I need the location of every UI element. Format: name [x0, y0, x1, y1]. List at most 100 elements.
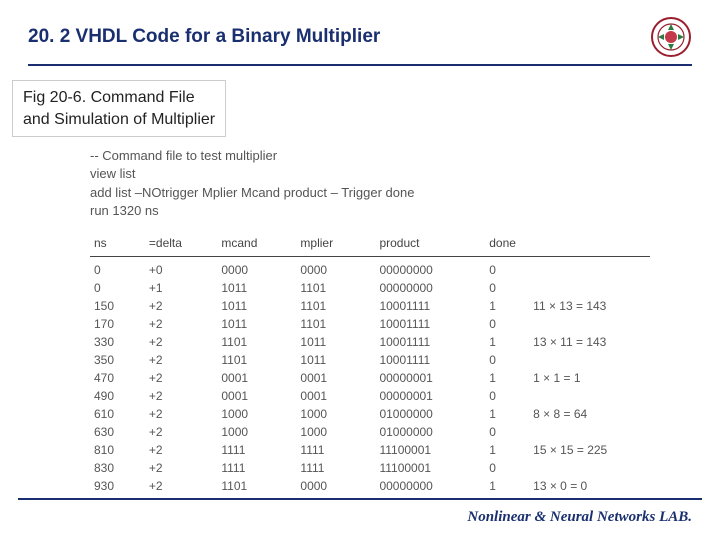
cell-mcand: 0001 — [217, 387, 296, 405]
slide-header: 20. 2 VHDL Code for a Binary Multiplier — [0, 0, 720, 64]
caption-line-1: Fig 20-6. Command File — [23, 87, 215, 109]
cmd-line-1: -- Command file to test multiplier — [90, 147, 650, 165]
cell-note: 15 × 15 = 225 — [529, 441, 650, 459]
cell-product: 10001111 — [375, 351, 485, 369]
content-area: -- Command file to test multiplier view … — [0, 137, 720, 495]
cell-done: 0 — [485, 351, 529, 369]
cell-done: 0 — [485, 256, 529, 279]
cell-mcand: 1101 — [217, 333, 296, 351]
cmd-line-3: add list –NOtrigger Mplier Mcand product… — [90, 184, 650, 202]
table-body: 0+0000000000000000000+110111101000000000… — [90, 256, 650, 495]
cell-note — [529, 315, 650, 333]
col-product: product — [375, 232, 485, 257]
cell-mplier: 0000 — [296, 256, 375, 279]
cell-ns: 330 — [90, 333, 145, 351]
cell-ns: 630 — [90, 423, 145, 441]
table-row: 170+210111101100011110 — [90, 315, 650, 333]
cell-mplier: 1000 — [296, 405, 375, 423]
cell-product: 10001111 — [375, 315, 485, 333]
command-file-block: -- Command file to test multiplier view … — [90, 147, 650, 220]
table-row: 330+21101101110001111113 × 11 = 143 — [90, 333, 650, 351]
cell-mplier: 1011 — [296, 333, 375, 351]
cell-mcand: 0000 — [217, 256, 296, 279]
table-row: 0+110111101000000000 — [90, 279, 650, 297]
cell-mcand: 1000 — [217, 423, 296, 441]
table-row: 0+000000000000000000 — [90, 256, 650, 279]
cell-product: 10001111 — [375, 333, 485, 351]
cell-mplier: 1101 — [296, 315, 375, 333]
cell-mcand: 1101 — [217, 351, 296, 369]
table-row: 610+2100010000100000018 × 8 = 64 — [90, 405, 650, 423]
cell-mplier: 0001 — [296, 387, 375, 405]
cell-delta: +2 — [145, 333, 217, 351]
table-row: 930+21101000000000000113 × 0 = 0 — [90, 477, 650, 495]
simulation-table: ns =delta mcand mplier product done 0+00… — [90, 232, 650, 495]
col-mcand: mcand — [217, 232, 296, 257]
cell-mcand: 1000 — [217, 405, 296, 423]
cell-product: 00000000 — [375, 477, 485, 495]
table-row: 490+200010001000000010 — [90, 387, 650, 405]
cell-delta: +2 — [145, 441, 217, 459]
cell-done: 1 — [485, 405, 529, 423]
cell-mplier: 1011 — [296, 351, 375, 369]
cell-delta: +2 — [145, 315, 217, 333]
cell-product: 11100001 — [375, 459, 485, 477]
caption-line-2: and Simulation of Multiplier — [23, 109, 215, 131]
cell-done: 0 — [485, 459, 529, 477]
col-delta: =delta — [145, 232, 217, 257]
cell-note: 13 × 0 = 0 — [529, 477, 650, 495]
slide-title: 20. 2 VHDL Code for a Binary Multiplier — [28, 26, 380, 48]
cell-ns: 810 — [90, 441, 145, 459]
cell-ns: 470 — [90, 369, 145, 387]
cell-done: 1 — [485, 297, 529, 315]
title-underline — [28, 64, 692, 66]
table-row: 470+2000100010000000111 × 1 = 1 — [90, 369, 650, 387]
col-done: done — [485, 232, 529, 257]
cell-product: 00000000 — [375, 256, 485, 279]
cell-delta: +2 — [145, 369, 217, 387]
cell-note — [529, 279, 650, 297]
cell-delta: +1 — [145, 279, 217, 297]
cell-done: 1 — [485, 333, 529, 351]
table-row: 150+21011110110001111111 × 13 = 143 — [90, 297, 650, 315]
col-mplier: mplier — [296, 232, 375, 257]
university-logo-icon — [650, 16, 692, 58]
cell-done: 0 — [485, 387, 529, 405]
cell-delta: +2 — [145, 459, 217, 477]
cell-ns: 0 — [90, 279, 145, 297]
cell-note — [529, 351, 650, 369]
cell-product: 11100001 — [375, 441, 485, 459]
cell-mcand: 1111 — [217, 459, 296, 477]
table-header-row: ns =delta mcand mplier product done — [90, 232, 650, 257]
cell-mplier: 1000 — [296, 423, 375, 441]
cell-ns: 150 — [90, 297, 145, 315]
cell-done: 0 — [485, 315, 529, 333]
cell-ns: 610 — [90, 405, 145, 423]
cell-ns: 490 — [90, 387, 145, 405]
figure-caption: Fig 20-6. Command File and Simulation of… — [12, 80, 226, 137]
table-row: 830+211111111111000010 — [90, 459, 650, 477]
cell-product: 00000000 — [375, 279, 485, 297]
cell-product: 00000001 — [375, 369, 485, 387]
cmd-line-2: view list — [90, 165, 650, 183]
cell-mplier: 0001 — [296, 369, 375, 387]
cell-delta: +2 — [145, 297, 217, 315]
cell-done: 1 — [485, 477, 529, 495]
cell-done: 1 — [485, 441, 529, 459]
cell-delta: +2 — [145, 477, 217, 495]
cell-note — [529, 256, 650, 279]
cell-product: 01000000 — [375, 405, 485, 423]
cell-note: 13 × 11 = 143 — [529, 333, 650, 351]
footer-rule — [18, 498, 702, 500]
cell-mplier: 1111 — [296, 441, 375, 459]
col-ns: ns — [90, 232, 145, 257]
cell-mcand: 0001 — [217, 369, 296, 387]
table-row: 630+210001000010000000 — [90, 423, 650, 441]
cmd-line-4: run 1320 ns — [90, 202, 650, 220]
cell-mcand: 1011 — [217, 315, 296, 333]
cell-delta: +0 — [145, 256, 217, 279]
cell-mplier: 1101 — [296, 279, 375, 297]
cell-mcand: 1101 — [217, 477, 296, 495]
cell-mplier: 1101 — [296, 297, 375, 315]
cell-delta: +2 — [145, 351, 217, 369]
